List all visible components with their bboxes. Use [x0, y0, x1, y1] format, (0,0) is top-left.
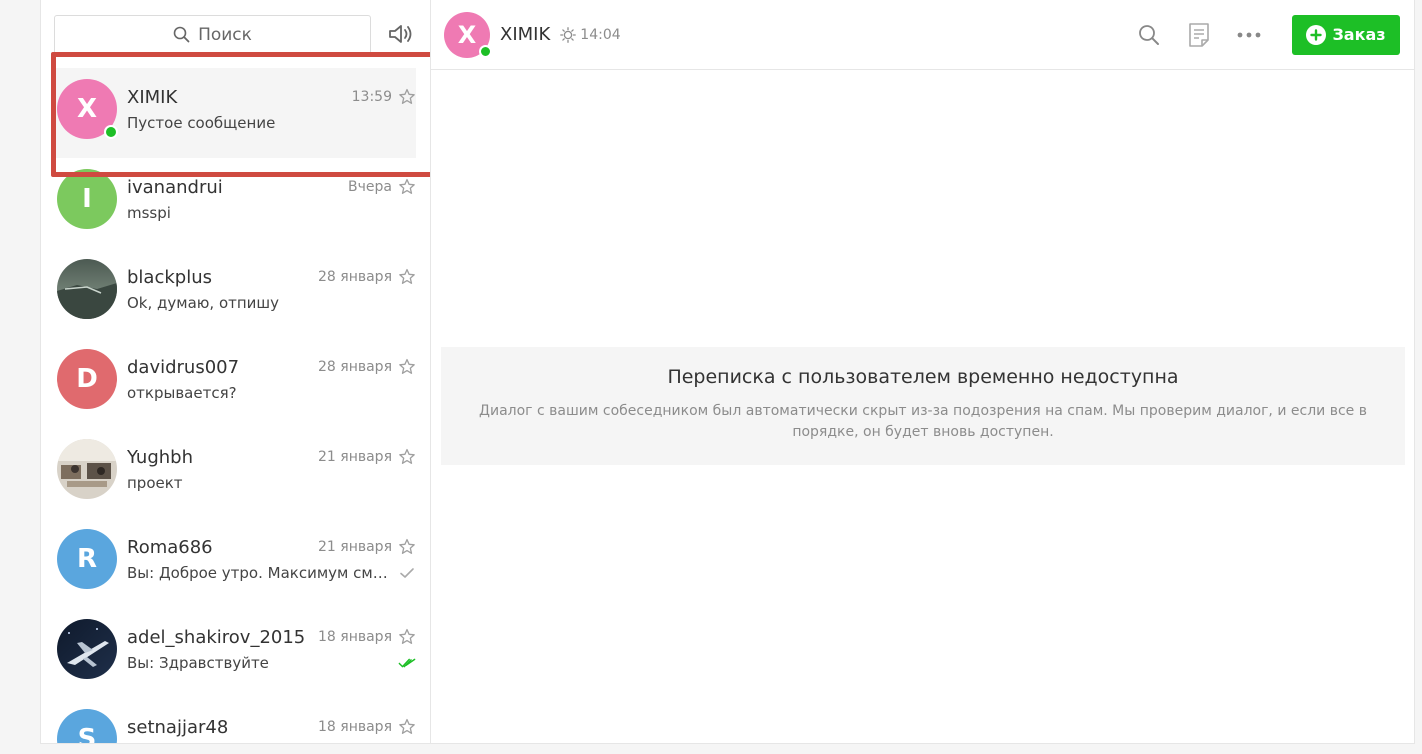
sound-toggle-button[interactable]	[387, 20, 415, 48]
unavailable-notice: Переписка с пользователем временно недос…	[441, 347, 1405, 465]
avatar	[57, 259, 117, 319]
chat-list-item[interactable]: R Roma686 21 января Вы: Доброе утро. Максим…	[41, 518, 430, 608]
search-icon	[173, 26, 190, 43]
chat-date: 13:59	[351, 89, 392, 105]
order-button-label: Заказ	[1332, 25, 1386, 44]
notice-text: Диалог с вашим собеседником был автомати…	[479, 403, 1367, 440]
chat-list-item[interactable]: Ddavidrus007 28 января открывается?	[41, 338, 430, 428]
chat-preview: XIMIK 13:59 Пустое сообщение	[117, 68, 416, 158]
avatar: X	[57, 79, 118, 139]
more-icon	[1237, 32, 1261, 37]
avatar-initial: X	[76, 94, 98, 124]
avatar[interactable]: X	[444, 11, 492, 58]
avatar: D	[57, 349, 117, 409]
chat-date: 18 января	[318, 629, 392, 645]
avatar: I	[57, 169, 117, 229]
chat-name: adel_shakirov_2015	[127, 626, 306, 648]
header-actions: Заказ	[1136, 14, 1400, 55]
conversation-panel: X XIMIK 14:04 Заказ Переписка с пользова…	[431, 0, 1414, 743]
conversation-header: X XIMIK 14:04 Заказ	[431, 0, 1414, 70]
avatar-initial: X	[457, 20, 477, 49]
star-icon[interactable]	[398, 178, 416, 196]
star-icon[interactable]	[398, 628, 416, 646]
search-icon	[1139, 24, 1159, 45]
chat-last-message: Вы: Здравствуйте	[127, 654, 269, 672]
chat-name: davidrus007	[127, 356, 240, 378]
notes-button[interactable]	[1186, 22, 1212, 48]
chat-date: 21 января	[318, 449, 392, 465]
sent-check-icon	[400, 568, 414, 578]
chat-list-item[interactable]: X XIMIK 13:59 Пустое сообщение	[51, 68, 416, 158]
avatar-initial: I	[82, 184, 92, 214]
star-icon[interactable]	[398, 358, 416, 376]
contact-name[interactable]: XIMIK	[500, 24, 550, 45]
star-icon[interactable]	[398, 88, 416, 106]
chat-last-message: Вы: Доброе утро. Максимум смо...	[127, 564, 392, 582]
chat-date: 18 января	[318, 719, 392, 735]
notice-title: Переписка с пользователем временно недос…	[667, 366, 1179, 388]
chat-date: Вчера	[348, 179, 392, 195]
chat-preview: Yughbh 21 января проект	[117, 428, 416, 518]
chat-list-item[interactable]: Ssetnajjar48 18 января	[41, 698, 430, 743]
order-button[interactable]: Заказ	[1292, 14, 1400, 55]
star-icon[interactable]	[398, 268, 416, 286]
chat-preview: blackplus 28 января Ok, думаю, отпишу	[117, 248, 416, 338]
chat-preview: setnajjar48 18 января	[117, 698, 416, 743]
search-input[interactable]: Поиск	[54, 14, 371, 55]
avatar-initial: S	[77, 724, 97, 743]
avatar: S	[57, 709, 117, 743]
chat-last-message: Пустое сообщение	[127, 114, 276, 132]
messenger-app: Поиск X XIMIK 13:59 Пустое сообщение Iivanan…	[40, 0, 1415, 744]
chat-preview: Roma686 21 января Вы: Доброе утро. Максиму…	[117, 518, 416, 608]
chat-date: 28 января	[318, 359, 392, 375]
online-indicator	[479, 44, 492, 58]
chat-list-item[interactable]: Yughbh 21 января проект	[41, 428, 430, 518]
chat-last-message: проект	[127, 474, 183, 492]
speaker-icon	[389, 25, 412, 43]
chat-name: blackplus	[127, 266, 212, 288]
chat-date: 21 января	[318, 539, 392, 555]
chat-name: setnajjar48	[127, 716, 229, 738]
chat-name: XIMIK	[127, 86, 178, 108]
local-time-value: 14:04	[580, 26, 621, 43]
sun-icon	[560, 26, 577, 43]
chat-name: Yughbh	[127, 446, 194, 468]
chat-sidebar: Поиск X XIMIK 13:59 Пустое сообщение Iivanan…	[41, 0, 431, 743]
chat-name: ivanandrui	[127, 176, 223, 198]
search-messages-button[interactable]	[1136, 22, 1162, 48]
sidebar-toolbar: Поиск	[41, 0, 430, 68]
read-check-icon	[398, 658, 416, 670]
avatar	[57, 619, 117, 679]
chat-last-message: открывается?	[127, 384, 237, 402]
chat-list-item[interactable]: adel_shakirov_2015 18 января Вы: Здравству…	[41, 608, 430, 698]
star-icon[interactable]	[398, 718, 416, 736]
chat-name: Roma686	[127, 536, 213, 558]
chat-last-message: Ok, думаю, отпишу	[127, 294, 280, 312]
chat-preview: davidrus007 28 января открывается?	[117, 338, 416, 428]
note-icon	[1189, 22, 1209, 47]
chat-preview: adel_shakirov_2015 18 января Вы: Здравству…	[117, 608, 416, 698]
star-icon[interactable]	[398, 538, 416, 556]
avatar: R	[57, 529, 117, 589]
search-placeholder: Поиск	[198, 24, 252, 45]
star-icon[interactable]	[398, 448, 416, 466]
chat-list-item[interactable]: blackplus 28 января Ok, думаю, отпишу	[41, 248, 430, 338]
chat-list: X XIMIK 13:59 Пустое сообщение Iivanandrui Вч…	[41, 68, 430, 743]
avatar	[57, 439, 117, 499]
more-options-button[interactable]	[1236, 22, 1262, 48]
avatar-initial: R	[76, 544, 98, 574]
chat-list-item[interactable]: Iivanandrui Вчера msspi	[41, 158, 430, 248]
plus-icon	[1306, 24, 1327, 45]
chat-date: 28 января	[318, 269, 392, 285]
online-indicator	[104, 125, 118, 139]
avatar-initial: D	[76, 364, 98, 394]
chat-last-message: msspi	[127, 204, 171, 222]
chat-preview: ivanandrui Вчера msspi	[117, 158, 416, 248]
local-time: 14:04	[560, 26, 621, 43]
